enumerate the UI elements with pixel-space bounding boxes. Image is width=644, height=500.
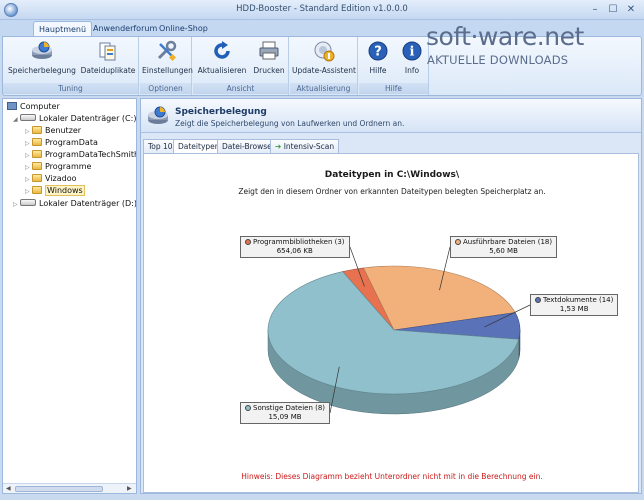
legend-dot-icon xyxy=(455,239,461,245)
print-icon xyxy=(259,41,279,60)
scroll-left-icon[interactable]: ◀ xyxy=(6,485,11,492)
update-icon xyxy=(314,41,335,62)
group-optionen: Einstellungen Optionen xyxy=(140,37,193,95)
group-label-optionen: Optionen xyxy=(140,83,191,94)
group-label-ansicht: Ansicht xyxy=(193,83,288,94)
disk-usage-icon xyxy=(148,106,168,124)
tree-node-folder[interactable]: ▷ ProgramData xyxy=(25,137,98,149)
update-assistent-button[interactable]: Update-Assistent xyxy=(292,40,356,75)
folder-icon xyxy=(32,126,42,134)
svg-text:?: ? xyxy=(374,45,382,60)
refresh-icon xyxy=(214,41,230,59)
folder-icon xyxy=(32,150,42,158)
scrollbar-thumb[interactable] xyxy=(15,486,103,492)
group-label-aktualisierung: Aktualisierung xyxy=(290,83,357,94)
watermark: soft·ware.net AKTUELLE DOWNLOADS xyxy=(426,22,640,70)
tab-online-shop[interactable]: Online-Shop xyxy=(154,21,213,37)
legend-dot-icon xyxy=(535,297,541,303)
drive-icon xyxy=(20,114,36,121)
pie-label: Sonstige Dateien (8) 15,09 MB xyxy=(240,402,331,424)
info-icon: i xyxy=(402,41,422,61)
legend-dot-icon xyxy=(245,405,251,411)
tree-node-folder[interactable]: ▷ Programme xyxy=(25,161,91,173)
aktualisieren-button[interactable]: Aktualisieren xyxy=(196,40,248,75)
drucken-button[interactable]: Drucken xyxy=(251,40,287,75)
tree-node-folder[interactable]: ▷ Benutzer xyxy=(25,125,81,137)
expand-icon[interactable]: ▷ xyxy=(25,186,32,198)
duplicates-icon xyxy=(99,42,116,61)
minimize-button[interactable]: – xyxy=(586,3,604,17)
pane-subtitle: Zeigt die Speicherbelegung von Laufwerke… xyxy=(175,119,405,128)
watermark-brand: soft·ware.net xyxy=(426,22,584,51)
tree-node-computer[interactable]: Computer xyxy=(7,101,60,113)
help-icon: ? xyxy=(368,41,388,61)
tab-intensiv-scan[interactable]: ➔ Intensiv-Scan xyxy=(270,139,340,153)
folder-tree[interactable]: Computer ◢ Lokaler Datenträger (C:) ▷ Benu… xyxy=(2,98,137,494)
speicherbelegung-button[interactable]: Speicherbelegung xyxy=(7,40,77,75)
maximize-button[interactable]: ☐ xyxy=(604,3,622,17)
arrow-right-icon: ➔ xyxy=(275,142,282,151)
info-button[interactable]: i Info xyxy=(397,40,427,75)
group-ansicht: Aktualisieren Drucken Ansicht xyxy=(193,37,289,95)
folder-icon xyxy=(32,162,42,170)
tree-node-drive-d[interactable]: ▷ Lokaler Datenträger (D:) xyxy=(13,198,136,211)
drive-icon xyxy=(20,199,36,206)
tab-anwenderforum[interactable]: Anwenderforum xyxy=(88,21,162,37)
collapse-icon[interactable]: ◢ xyxy=(13,114,20,126)
pie-chart xyxy=(267,246,531,415)
svg-text:i: i xyxy=(410,45,415,60)
einstellungen-button[interactable]: Einstellungen xyxy=(142,40,193,75)
computer-icon xyxy=(7,102,17,110)
tree-node-folder-selected[interactable]: ▷ Windows xyxy=(25,185,85,197)
tree-node-folder[interactable]: ▷ ProgramDataTechSmith xyxy=(25,149,136,161)
pie-label: Ausführbare Dateien (18) 5,60 MB xyxy=(450,236,558,258)
group-aktualisierung: Update-Assistent Aktualisierung xyxy=(290,37,358,95)
disk-usage-icon xyxy=(32,41,52,59)
folder-icon xyxy=(32,186,42,194)
group-tuning: Speicherbelegung Dateiduplikate Tuning xyxy=(3,37,139,95)
folder-icon xyxy=(32,138,42,146)
chart-area: Dateitypen in C:\Windows\ Zeigt den in d… xyxy=(143,153,639,493)
chart-hint: Hinweis: Dieses Diagramm bezieht Unteror… xyxy=(241,472,543,481)
tab-hauptmenu[interactable]: Hauptmenü xyxy=(33,21,93,37)
close-button[interactable]: ✕ xyxy=(622,3,640,17)
pie-label: Textdokumente (14) 1,53 MB xyxy=(530,294,619,316)
view-tabs: Top 10 Dateitypen Datei-Browser ➔ Intens… xyxy=(143,139,639,154)
pie-label: Programmbibliotheken (3) 654,06 KB xyxy=(240,236,350,258)
scroll-right-icon[interactable]: ▶ xyxy=(127,485,132,492)
group-hilfe: ? Hilfe i Info Hilfe xyxy=(359,37,429,95)
group-label-tuning: Tuning xyxy=(3,83,138,94)
pane-header: Speicherbelegung Zeigt die Speicherbeleg… xyxy=(141,99,641,133)
expand-icon[interactable]: ▷ xyxy=(13,199,20,211)
tree-node-folder[interactable]: ▷ Vizadoo xyxy=(25,173,77,185)
settings-icon xyxy=(157,40,177,62)
tab-intensiv-scan-label: Intensiv-Scan xyxy=(283,142,335,151)
pane-title: Speicherbelegung xyxy=(175,107,267,117)
watermark-tagline: AKTUELLE DOWNLOADS xyxy=(427,53,569,67)
tree-horizontal-scrollbar[interactable]: ◀ ▶ xyxy=(3,483,136,493)
group-label-hilfe: Hilfe xyxy=(359,83,428,94)
window-title: HDD-Booster - Standard Edition v1.0.0.0 xyxy=(236,4,408,14)
legend-dot-icon xyxy=(245,239,251,245)
title-bar: HDD-Booster - Standard Edition v1.0.0.0 … xyxy=(0,0,644,20)
dateiduplikate-button[interactable]: Dateiduplikate xyxy=(79,40,137,75)
main-pane: Speicherbelegung Zeigt die Speicherbeleg… xyxy=(140,98,642,494)
hilfe-button[interactable]: ? Hilfe xyxy=(363,40,393,75)
tree-node-drive-c[interactable]: ◢ Lokaler Datenträger (C:) xyxy=(13,113,136,125)
pie-slices xyxy=(267,265,521,395)
folder-icon xyxy=(32,174,42,182)
